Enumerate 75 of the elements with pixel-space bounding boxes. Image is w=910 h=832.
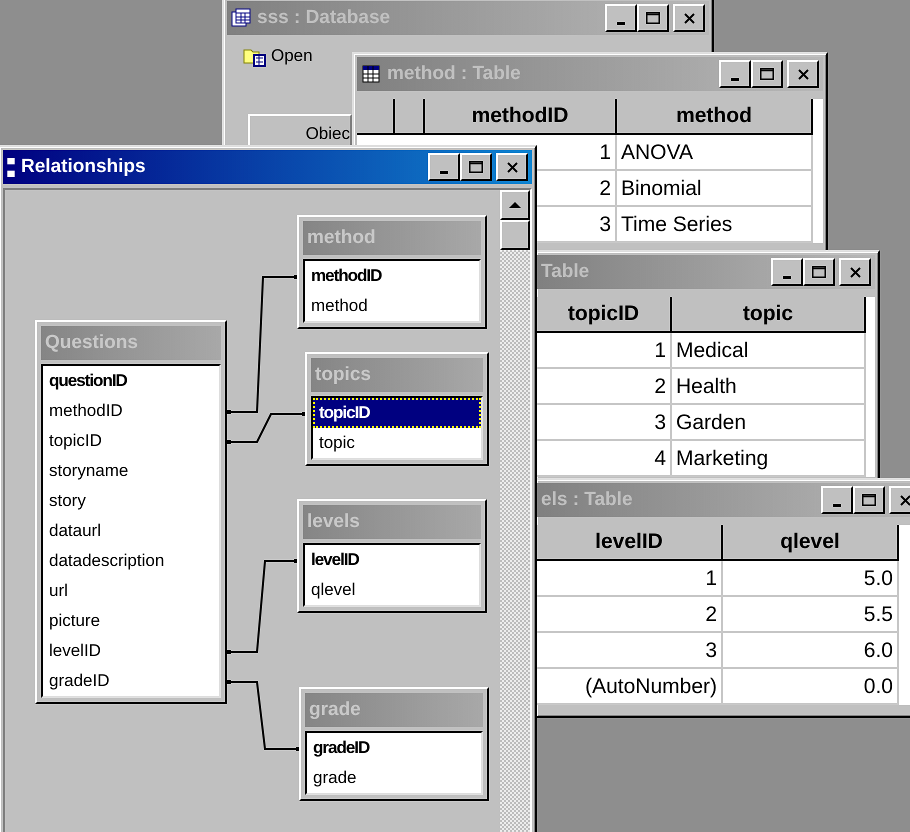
field-item[interactable]: dataurl xyxy=(43,516,219,546)
field-item[interactable]: levelID xyxy=(43,636,219,666)
close-icon xyxy=(684,12,694,24)
table-cell: 6.0 xyxy=(723,633,899,669)
table-box[interactable]: Questions questionID methodID topicID storyname story dataurl datadescription url picture levelID gradeID xyxy=(35,320,227,704)
table-cell: 0.0 xyxy=(723,669,899,705)
table-cell: 5.5 xyxy=(723,597,899,633)
field-item[interactable]: gradeID xyxy=(43,666,219,696)
table-name: Questions xyxy=(41,326,221,360)
column-header[interactable]: levelID xyxy=(537,525,723,561)
field-item[interactable]: topicID xyxy=(313,398,481,428)
column-header[interactable]: topicID xyxy=(537,297,672,333)
table-name: levels xyxy=(303,505,481,539)
field-item[interactable]: datadescription xyxy=(43,546,219,576)
open-button[interactable]: Open xyxy=(241,43,315,69)
field-item[interactable]: grade xyxy=(307,763,481,793)
field-item[interactable]: storyname xyxy=(43,456,219,486)
table-name: topics xyxy=(311,358,483,392)
column-header[interactable]: qlevel xyxy=(723,525,899,561)
table-cell: 5.0 xyxy=(723,561,899,597)
minimize-icon xyxy=(617,22,625,25)
field-item[interactable]: topicID xyxy=(43,426,219,456)
table-cell: Medical xyxy=(672,333,866,369)
table-cell: Time Series xyxy=(617,207,813,243)
field-item[interactable]: picture xyxy=(43,606,219,636)
maximize-icon xyxy=(862,494,876,506)
column-header[interactable]: topic xyxy=(672,297,866,333)
window-title: Table xyxy=(541,261,590,283)
minimize-button[interactable] xyxy=(428,153,460,181)
column-header[interactable]: methodID xyxy=(425,99,617,135)
field-item[interactable]: levelID xyxy=(305,545,479,575)
table-cell: Garden xyxy=(672,405,866,441)
table-cell: Binomial xyxy=(617,171,813,207)
table-box[interactable]: topics topicID topic xyxy=(305,352,489,466)
minimize-icon xyxy=(440,171,448,174)
maximize-button[interactable] xyxy=(460,153,492,181)
maximize-icon xyxy=(469,161,483,173)
row-selector-header xyxy=(357,99,395,135)
table-name: grade xyxy=(305,693,483,727)
window-title: els : Table xyxy=(541,489,633,511)
field-item[interactable]: method xyxy=(305,291,479,321)
column-header[interactable]: method xyxy=(617,99,813,135)
maximize-icon xyxy=(812,266,826,278)
field-item[interactable]: methodID xyxy=(43,396,219,426)
table-box[interactable]: grade gradeID grade xyxy=(299,687,489,801)
minimize-icon xyxy=(783,276,791,279)
table-box[interactable]: levels levelID qlevel xyxy=(297,499,487,613)
minimize-icon xyxy=(731,78,739,81)
table-cell: ANOVA xyxy=(617,135,813,171)
field-item[interactable]: topic xyxy=(313,428,481,458)
field-item[interactable]: gradeID xyxy=(307,733,481,763)
close-icon xyxy=(850,266,860,278)
maximize-icon xyxy=(646,12,660,24)
field-item[interactable]: qlevel xyxy=(305,575,479,605)
field-item[interactable]: story xyxy=(43,486,219,516)
window-title: Relationships xyxy=(21,156,146,178)
scroll-up-button[interactable] xyxy=(500,190,530,220)
maximize-icon xyxy=(760,68,774,80)
relationships-icon xyxy=(7,158,15,176)
field-item[interactable]: methodID xyxy=(305,261,479,291)
table-name: method xyxy=(303,221,481,255)
field-item[interactable]: url xyxy=(43,576,219,606)
database-icon xyxy=(231,8,251,28)
close-icon xyxy=(506,162,518,172)
up-arrow-icon xyxy=(508,201,522,209)
close-icon xyxy=(798,68,808,80)
row-selector-header xyxy=(395,99,425,135)
scrollbar-thumb[interactable] xyxy=(500,220,530,250)
close-icon xyxy=(900,494,910,506)
minimize-icon xyxy=(833,504,841,507)
close-button[interactable] xyxy=(496,153,528,181)
table-box[interactable]: method methodID method xyxy=(297,215,487,329)
field-item[interactable]: questionID xyxy=(43,366,219,396)
table-cell: Health xyxy=(672,369,866,405)
table-icon xyxy=(361,64,381,84)
